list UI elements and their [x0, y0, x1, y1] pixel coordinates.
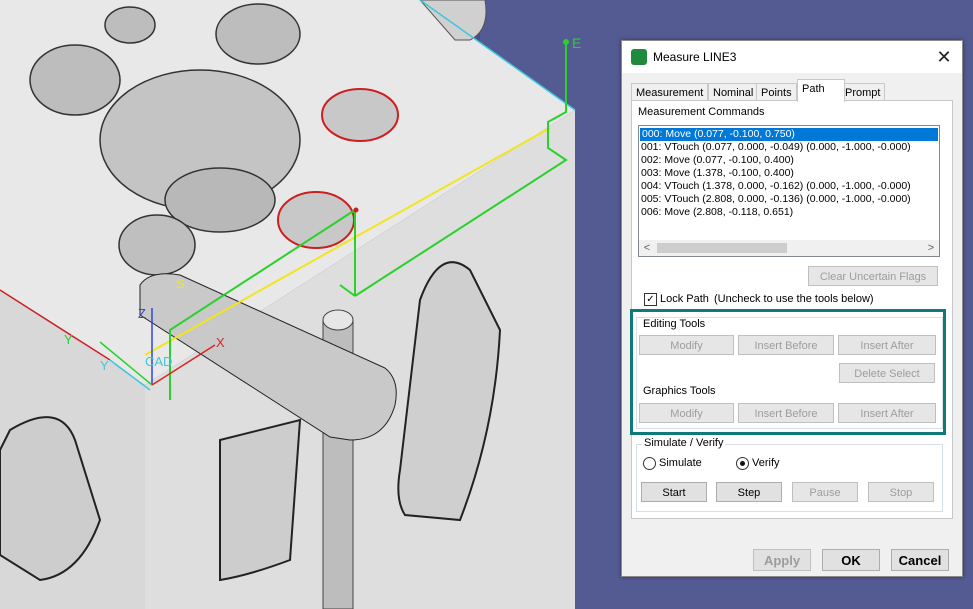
measurement-commands-list[interactable]: 000: Move (0.077, -0.100, 0.750) 001: VTo…	[638, 125, 940, 257]
measure-dialog: Measure LINE3 ✕ Measurement Nominal Poin…	[621, 40, 963, 577]
clear-uncertain-flags-button[interactable]: Clear Uncertain Flags	[808, 266, 938, 286]
simulate-verify-label: Simulate / Verify	[642, 437, 726, 449]
verify-radio-dot	[740, 461, 745, 466]
command-list-item[interactable]: 001: VTouch (0.077, 0.000, -0.049) (0.00…	[639, 141, 939, 154]
ok-button[interactable]: OK	[822, 549, 880, 571]
tools-highlight-box	[630, 309, 946, 435]
simulate-radio[interactable]	[643, 457, 656, 470]
horizontal-scrollbar[interactable]: < >	[639, 240, 939, 256]
lock-path-checkbox[interactable]: ✓	[644, 293, 657, 306]
scroll-right-icon[interactable]: >	[923, 240, 939, 256]
command-list-item[interactable]: 003: Move (1.378, -0.100, 0.400)	[639, 167, 939, 180]
label-e: E	[572, 35, 581, 51]
label-s: S	[176, 276, 185, 291]
app-icon	[631, 49, 647, 65]
command-list-item[interactable]: 002: Move (0.077, -0.100, 0.400)	[639, 154, 939, 167]
tab-path[interactable]: Path	[797, 79, 845, 102]
side-window-center	[219, 418, 302, 582]
measurement-commands-label: Measurement Commands	[638, 106, 765, 118]
command-list-item[interactable]: 006: Move (2.808, -0.118, 0.651)	[639, 206, 939, 219]
start-button[interactable]: Start	[641, 482, 707, 502]
simulate-label: Simulate	[659, 457, 702, 469]
label-y1: Y	[64, 332, 73, 347]
label-y2: Y	[100, 358, 109, 373]
red-hole-upper	[321, 88, 399, 142]
command-list-item[interactable]: 000: Move (0.077, -0.100, 0.750)	[640, 128, 938, 141]
verify-radio[interactable]	[736, 457, 749, 470]
red-hole-lower	[277, 191, 355, 249]
step-button[interactable]: Step	[716, 482, 782, 502]
lock-path-hint: (Uncheck to use the tools below)	[714, 293, 874, 305]
dialog-titlebar[interactable]: Measure LINE3 ✕	[622, 41, 962, 73]
apply-button[interactable]: Apply	[753, 549, 811, 571]
cancel-button[interactable]: Cancel	[891, 549, 949, 571]
close-icon[interactable]: ✕	[932, 45, 956, 69]
stop-button[interactable]: Stop	[868, 482, 934, 502]
scroll-left-icon[interactable]: <	[639, 240, 655, 256]
label-z: Z	[138, 306, 146, 321]
label-cad: CAD	[145, 354, 172, 369]
verify-label: Verify	[752, 457, 780, 469]
command-list-item[interactable]: 005: VTouch (2.808, 0.000, -0.136) (0.00…	[639, 193, 939, 206]
probe-tip	[322, 309, 354, 331]
lock-path-label: Lock Path	[660, 293, 709, 305]
label-x: X	[216, 335, 225, 350]
pause-button[interactable]: Pause	[792, 482, 858, 502]
dialog-title: Measure LINE3	[653, 50, 737, 64]
command-list-item[interactable]: 004: VTouch (1.378, 0.000, -0.162) (0.00…	[639, 180, 939, 193]
scroll-thumb[interactable]	[657, 243, 787, 253]
